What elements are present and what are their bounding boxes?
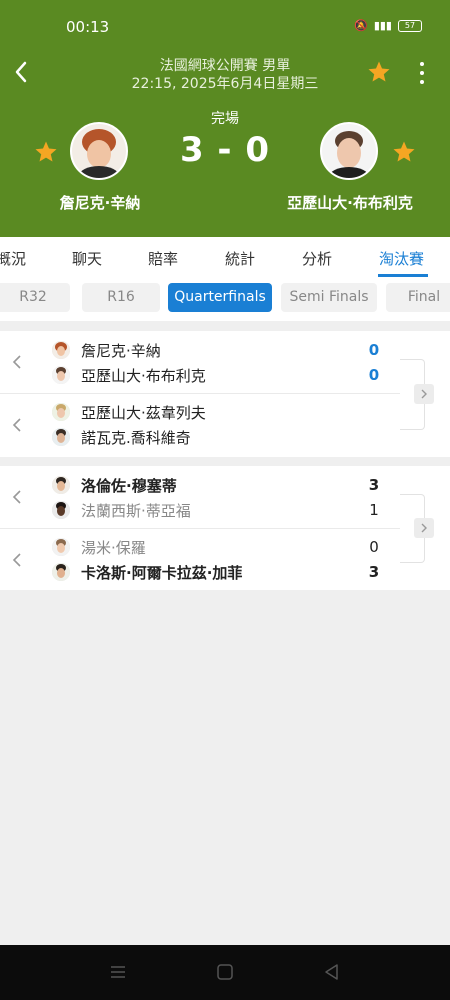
- signal-icon: ▮▮▮: [373, 19, 392, 32]
- player-avatar: [52, 366, 70, 384]
- round-final[interactable]: Final: [386, 283, 450, 312]
- tab-chat[interactable]: 聊天: [72, 248, 102, 269]
- chevron-right-icon: [421, 389, 427, 399]
- chevron-left-icon: [12, 355, 21, 369]
- tab-odds[interactable]: 賠率: [148, 248, 178, 269]
- battery-icon: 57: [398, 19, 422, 32]
- chevron-left-icon: [12, 490, 21, 504]
- bracket-match[interactable]: 洛倫佐·穆塞蒂 3 法蘭西斯·蒂亞福 1: [0, 466, 400, 528]
- player-name: 洛倫佐·穆塞蒂: [81, 476, 177, 495]
- status-icons: 🔕 ▮▮▮ 57: [354, 19, 422, 32]
- chevron-left-icon: [12, 553, 21, 567]
- back-nav-icon[interactable]: [322, 963, 342, 981]
- player-avatar: [52, 341, 70, 359]
- round-r32[interactable]: R32: [0, 283, 70, 312]
- more-dot-icon: [420, 71, 424, 75]
- player-score: 0: [369, 538, 379, 556]
- empty-area: [0, 590, 450, 945]
- player-right-avatar[interactable]: [320, 122, 378, 180]
- round-r16[interactable]: R16: [82, 283, 160, 312]
- player-name: 諾瓦克.喬科維奇: [81, 428, 191, 447]
- player-name: 卡洛斯·阿爾卡拉茲·加菲: [81, 563, 243, 582]
- player-left-avatar[interactable]: [70, 122, 128, 180]
- tab-knockout[interactable]: 淘汰賽: [379, 248, 424, 269]
- player-avatar: [52, 476, 70, 494]
- player-score: 3: [368, 563, 380, 581]
- round-selector: R32 R16 Quarterfinals Semi Finals Final: [0, 277, 450, 321]
- player-score: 1: [369, 501, 379, 519]
- tab-analysis[interactable]: 分析: [302, 248, 332, 269]
- round-quarterfinals[interactable]: Quarterfinals: [168, 283, 272, 312]
- player-row: 亞歷山大·布布利克: [52, 364, 206, 386]
- player-name: 湯米·保羅: [81, 538, 146, 557]
- match-header: 00:13 🔕 ▮▮▮ 57 法國網球公開賽 男單 22:15, 2025年6月…: [0, 0, 450, 237]
- player-row: 諾瓦克.喬科維奇: [52, 426, 191, 448]
- mute-icon: 🔕: [354, 19, 368, 32]
- player-row: 卡洛斯·阿爾卡拉茲·加菲: [52, 561, 242, 583]
- star-icon: [393, 141, 415, 162]
- player-avatar: [52, 501, 70, 519]
- player-row: 詹尼克·辛納: [52, 339, 161, 361]
- bracket-group-2: 洛倫佐·穆塞蒂 3 法蘭西斯·蒂亞福 1 湯米·保羅 0 卡洛斯·阿爾卡拉茲·加…: [0, 466, 450, 590]
- player-avatar: [52, 563, 70, 581]
- player-row: 法蘭西斯·蒂亞福: [52, 499, 191, 521]
- status-time: 00:13: [66, 18, 110, 36]
- player-row: 湯米·保羅: [52, 536, 146, 558]
- next-round-button[interactable]: [414, 518, 434, 538]
- player-score: 0: [368, 366, 380, 384]
- player-right-name[interactable]: 亞歷山大·布布利克: [270, 192, 430, 213]
- favorite-player-left-button[interactable]: [34, 140, 58, 164]
- player-row: 洛倫佐·穆塞蒂: [52, 474, 177, 496]
- player-avatar: [52, 538, 70, 556]
- menu-icon[interactable]: [108, 963, 128, 981]
- round-semifinals[interactable]: Semi Finals: [281, 283, 377, 312]
- chevron-left-icon: [12, 418, 21, 432]
- more-dot-icon: [420, 62, 424, 66]
- bracket-group-1: 詹尼克·辛納 0 亞歷山大·布布利克 0 亞歷山大·茲韋列夫 諾瓦克.喬科維奇: [0, 331, 450, 457]
- more-options-button[interactable]: [412, 60, 432, 86]
- bracket-match[interactable]: 詹尼克·辛納 0 亞歷山大·布布利克 0: [0, 331, 400, 393]
- player-score: 0: [368, 341, 380, 359]
- player-score: 3: [368, 476, 380, 494]
- player-left-name[interactable]: 詹尼克·辛納: [40, 192, 160, 213]
- bracket-match[interactable]: 湯米·保羅 0 卡洛斯·阿爾卡拉茲·加菲 3: [0, 529, 400, 591]
- tab-stats[interactable]: 統計: [225, 248, 255, 269]
- favorite-match-button[interactable]: [367, 60, 391, 84]
- player-avatar: [52, 403, 70, 421]
- player-name: 亞歷山大·布布利克: [81, 366, 206, 385]
- system-nav-bar: [0, 945, 450, 1000]
- favorite-player-right-button[interactable]: [392, 140, 416, 164]
- more-dot-icon: [420, 80, 424, 84]
- player-name: 亞歷山大·茲韋列夫: [81, 403, 206, 422]
- next-round-button[interactable]: [414, 384, 434, 404]
- player-name: 詹尼克·辛納: [81, 341, 161, 360]
- player-name: 法蘭西斯·蒂亞福: [81, 501, 191, 520]
- tab-overview[interactable]: 概況: [0, 248, 26, 269]
- status-bar: 00:13 🔕 ▮▮▮ 57: [0, 0, 450, 50]
- chevron-right-icon: [421, 523, 427, 533]
- star-icon: [368, 61, 390, 82]
- match-status: 完場: [211, 111, 239, 127]
- match-score: 3 - 0: [179, 130, 271, 170]
- player-avatar: [52, 428, 70, 446]
- tab-bar: 概況 聊天 賠率 統計 分析 淘汰賽: [0, 237, 450, 277]
- star-icon: [35, 141, 57, 162]
- home-icon[interactable]: [215, 963, 235, 981]
- player-row: 亞歷山大·茲韋列夫: [52, 401, 206, 423]
- bracket-match[interactable]: 亞歷山大·茲韋列夫 諾瓦克.喬科維奇: [0, 394, 400, 456]
